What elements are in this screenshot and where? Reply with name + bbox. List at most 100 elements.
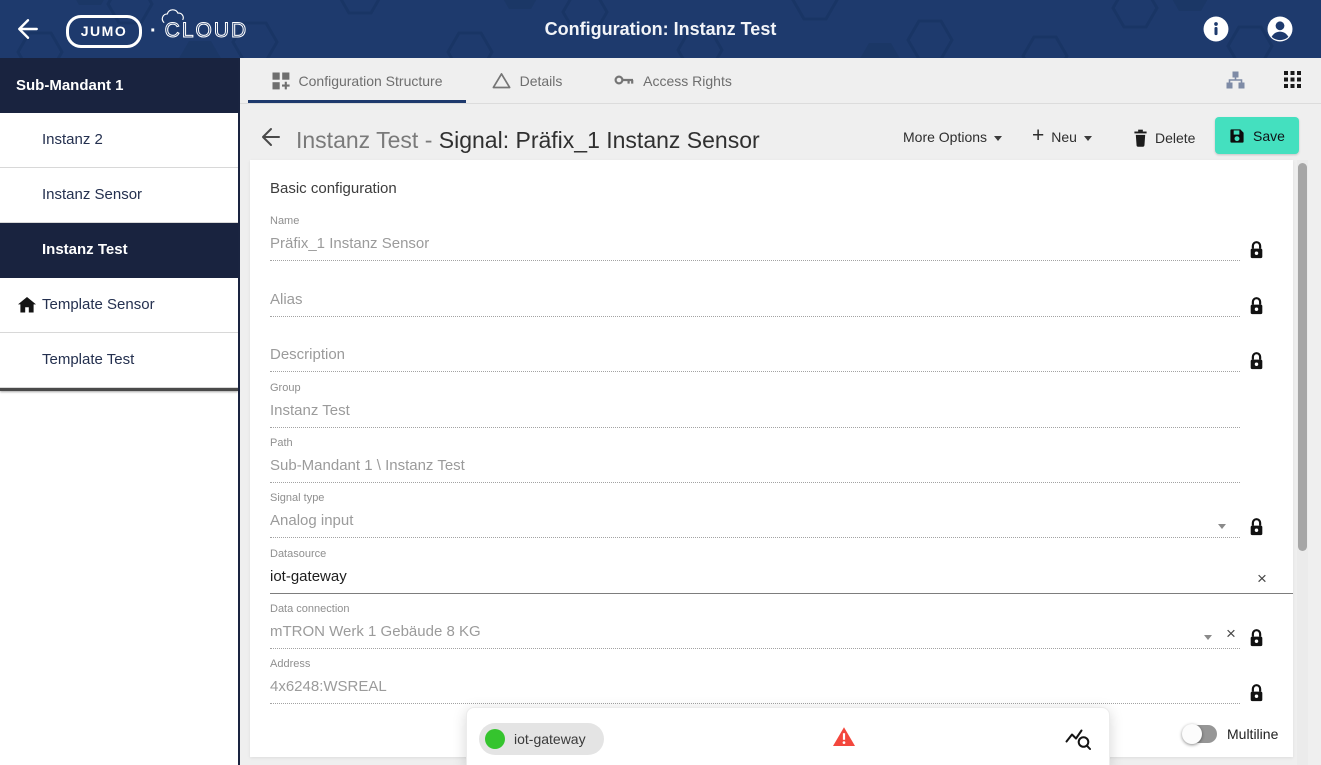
status-dot-icon bbox=[485, 729, 505, 749]
datasource-chip[interactable]: iot-gateway bbox=[479, 723, 604, 755]
field-underline bbox=[270, 371, 1240, 372]
multiline-toggle[interactable] bbox=[1182, 724, 1218, 744]
field-placeholder-label: Alias bbox=[270, 291, 303, 308]
info-button[interactable] bbox=[1203, 16, 1229, 42]
field-row-alias: Alias bbox=[270, 269, 1240, 317]
field-underline bbox=[270, 593, 1293, 594]
tab-label: Details bbox=[520, 73, 563, 89]
field-value: Analog input bbox=[270, 512, 353, 529]
field-label: Address bbox=[270, 658, 310, 670]
lock-icon[interactable] bbox=[1248, 628, 1265, 648]
plus-icon: + bbox=[1032, 127, 1044, 145]
sidebar-item-label: Template Test bbox=[42, 351, 134, 368]
account-button[interactable] bbox=[1267, 16, 1293, 42]
field-value: mTRON Werk 1 Gebäude 8 KG bbox=[270, 623, 481, 640]
clear-icon[interactable]: × bbox=[1257, 570, 1267, 587]
account-icon bbox=[1267, 16, 1293, 42]
tab-configuration-structure[interactable]: Configuration Structure bbox=[248, 58, 466, 103]
field-underline bbox=[270, 316, 1240, 317]
field-underline bbox=[270, 648, 1240, 649]
tab-access-rights[interactable]: Access Rights bbox=[588, 58, 758, 103]
field-row-data-connection: Data connection mTRON Werk 1 Gebäude 8 K… bbox=[270, 601, 1240, 649]
field-underline bbox=[270, 703, 1240, 704]
sidebar-end-divider bbox=[0, 388, 238, 391]
back-icon bbox=[16, 17, 40, 41]
toggle-knob bbox=[1182, 724, 1202, 744]
top-app-bar: JUMO · CLOUD Configuration: Instanz Test bbox=[0, 0, 1321, 58]
field-value: 4x6248:WSREAL bbox=[270, 678, 387, 695]
clear-icon[interactable]: × bbox=[1226, 625, 1236, 642]
scrollbar-thumb[interactable] bbox=[1298, 163, 1307, 551]
field-label: Name bbox=[270, 215, 299, 227]
back-button[interactable] bbox=[16, 17, 40, 41]
field-row-signal-type: Signal type Analog input bbox=[270, 490, 1240, 538]
more-options-button[interactable]: More Options bbox=[903, 129, 1002, 145]
save-button[interactable]: Save bbox=[1215, 117, 1299, 154]
brand-logo: JUMO · CLOUD bbox=[66, 14, 248, 48]
sidebar-item-label: Instanz 2 bbox=[42, 131, 103, 148]
field-underline bbox=[270, 427, 1240, 428]
field-underline bbox=[270, 260, 1240, 261]
chevron-down-icon bbox=[1084, 136, 1092, 141]
query-stats-icon[interactable] bbox=[1065, 725, 1091, 751]
field-row-datasource: Datasource iot-gateway × bbox=[270, 546, 1293, 594]
chevron-down-icon bbox=[994, 136, 1002, 141]
lock-icon[interactable] bbox=[1248, 351, 1265, 371]
more-options-label: More Options bbox=[903, 129, 987, 145]
field-underline bbox=[270, 482, 1240, 483]
apps-grid-icon bbox=[1284, 71, 1301, 88]
sidebar-item-label: Instanz Test bbox=[42, 241, 128, 258]
dropdown-caret-icon[interactable] bbox=[1204, 635, 1212, 640]
field-value: Instanz Test bbox=[270, 402, 350, 419]
field-value: Sub-Mandant 1 \ Instanz Test bbox=[270, 457, 465, 474]
sidebar-item-instanz-sensor[interactable]: Instanz Sensor bbox=[0, 168, 238, 223]
cloud-outline-icon bbox=[161, 7, 185, 25]
apps-grid-button[interactable] bbox=[1284, 71, 1301, 91]
field-row-description: Description bbox=[270, 324, 1240, 372]
cloud-logo: CLOUD bbox=[165, 14, 249, 48]
section-title: Basic configuration bbox=[270, 180, 397, 197]
field-row-path: Path Sub-Mandant 1 \ Instanz Test bbox=[270, 435, 1240, 483]
save-label: Save bbox=[1253, 128, 1285, 144]
back-icon bbox=[260, 126, 282, 148]
lock-icon[interactable] bbox=[1248, 683, 1265, 703]
sidebar-item-template-test[interactable]: Template Test bbox=[0, 333, 238, 388]
page-title-prefix: Instanz Test - bbox=[296, 127, 439, 153]
lock-icon[interactable] bbox=[1248, 296, 1265, 316]
dropdown-caret-icon[interactable] bbox=[1218, 524, 1226, 529]
dashboard-customize-icon bbox=[272, 72, 290, 90]
datasource-input[interactable]: iot-gateway bbox=[270, 568, 347, 585]
page-title-main: Signal: Präfix_1 Instanz Sensor bbox=[439, 127, 760, 153]
tree-view-button[interactable] bbox=[1226, 71, 1245, 92]
new-button[interactable]: + Neu bbox=[1032, 129, 1092, 145]
page-back-button[interactable] bbox=[260, 126, 282, 148]
tree-view-icon bbox=[1226, 71, 1245, 89]
delete-label: Delete bbox=[1155, 130, 1195, 146]
scrollbar-track[interactable] bbox=[1297, 160, 1308, 765]
lock-icon[interactable] bbox=[1248, 240, 1265, 260]
sidebar-item-label: Instanz Sensor bbox=[42, 186, 142, 203]
tabs: Configuration Structure Details Access R… bbox=[248, 58, 758, 103]
field-label: Data connection bbox=[270, 603, 350, 615]
tab-details[interactable]: Details bbox=[466, 58, 588, 103]
delete-button[interactable]: Delete bbox=[1133, 129, 1195, 147]
page-title: Instanz Test - Signal: Präfix_1 Instanz … bbox=[296, 125, 760, 155]
page-header: Instanz Test - Signal: Präfix_1 Instanz … bbox=[240, 103, 1321, 160]
lock-icon[interactable] bbox=[1248, 517, 1265, 537]
sidebar-item-template-sensor[interactable]: Template Sensor bbox=[0, 278, 238, 333]
sidebar-item-instanz-2[interactable]: Instanz 2 bbox=[0, 113, 238, 168]
field-row-name: Name Präfix_1 Instanz Sensor bbox=[270, 213, 1240, 261]
info-icon bbox=[1203, 16, 1229, 42]
sidebar-header: Sub-Mandant 1 bbox=[0, 58, 238, 113]
brand-separator: · bbox=[150, 18, 157, 45]
content-area: Configuration Structure Details Access R… bbox=[240, 58, 1321, 765]
warning-icon[interactable] bbox=[832, 726, 856, 747]
field-label: Signal type bbox=[270, 492, 324, 504]
app-window: JUMO · CLOUD Configuration: Instanz Test bbox=[0, 0, 1321, 765]
multiline-row: Multiline bbox=[1182, 724, 1278, 744]
status-popup: iot-gateway bbox=[466, 707, 1110, 765]
triangle-outline-icon bbox=[492, 72, 511, 89]
field-underline bbox=[270, 537, 1240, 538]
sidebar-item-instanz-test[interactable]: Instanz Test bbox=[0, 223, 238, 278]
save-icon bbox=[1229, 128, 1245, 144]
